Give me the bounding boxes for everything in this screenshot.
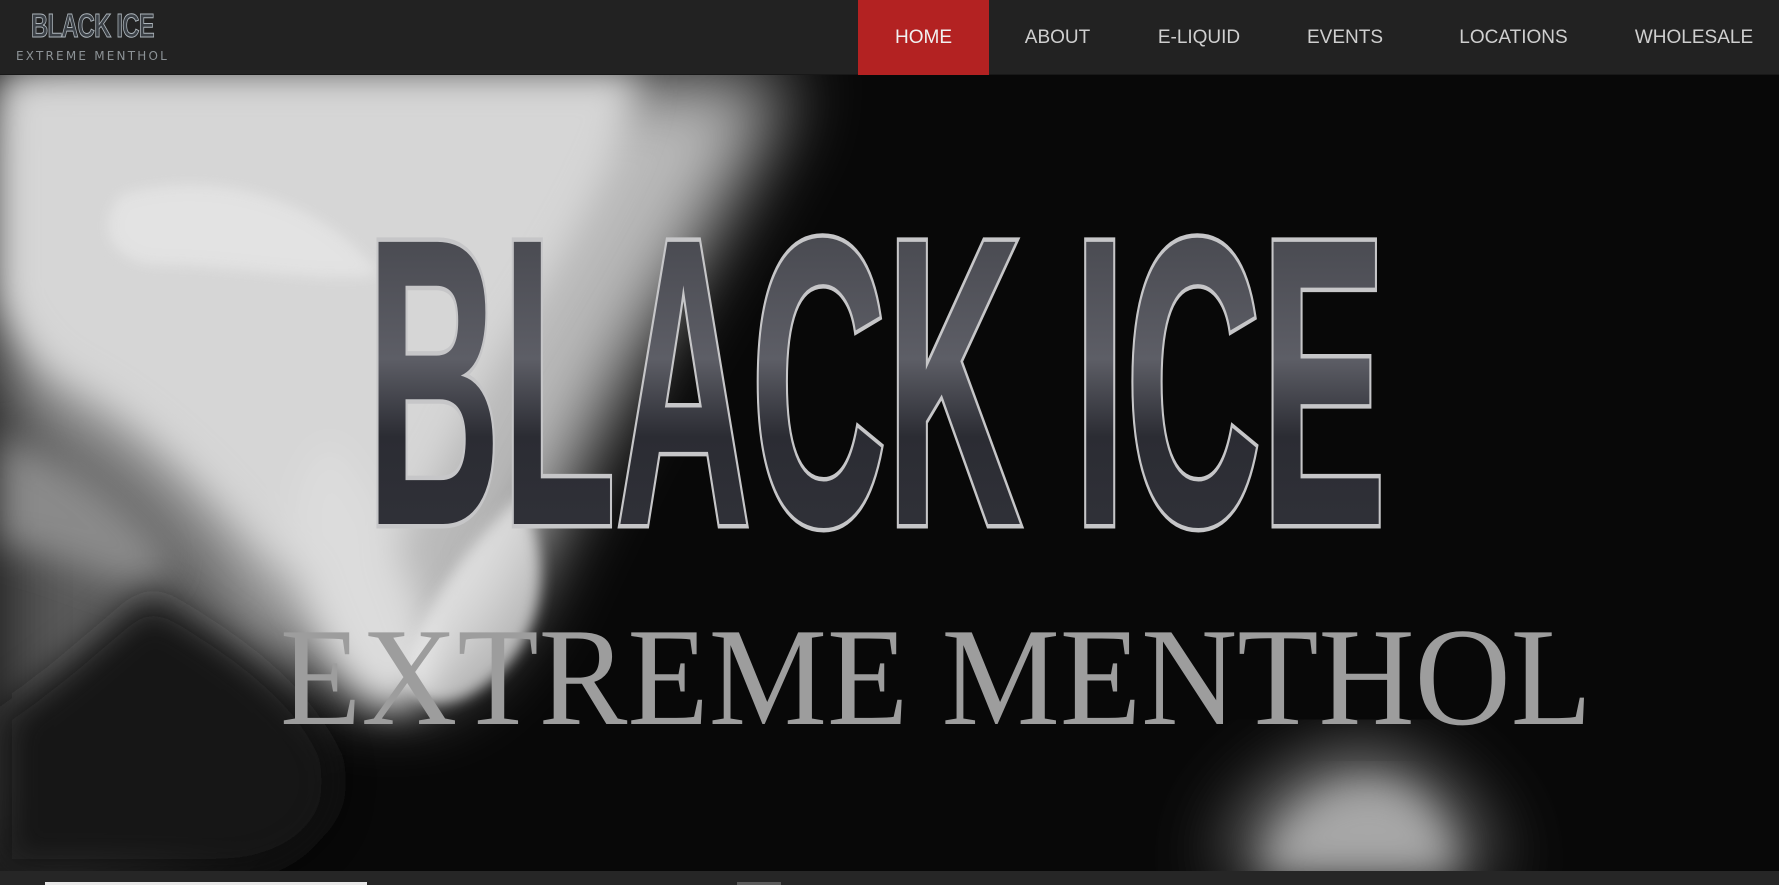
hero-title: BLACK ICE: [366, 153, 1386, 611]
nav-item-locations[interactable]: LOCATIONS: [1418, 0, 1609, 75]
nav-item-about[interactable]: ABOUT: [989, 0, 1126, 75]
slider-progress-bar: [0, 871, 1779, 885]
nav-item-events[interactable]: EVENTS: [1272, 0, 1418, 75]
logo-title: BLACK ICE: [31, 7, 155, 44]
logo-subtitle: EXTREME MENTHOL: [16, 49, 169, 63]
site-header: BLACK ICE EXTREME MENTHOL HOME ABOUT E-L…: [0, 0, 1779, 75]
nav-item-home[interactable]: HOME: [858, 0, 989, 75]
nav-item-e-liquid[interactable]: E-LIQUID: [1126, 0, 1272, 75]
hero-title-graphic: BLACK ICE EXTREME MENTHOL: [280, 149, 1592, 756]
hero-subtitle: EXTREME MENTHOL: [280, 600, 1592, 755]
hero-banner: BLACK ICE EXTREME MENTHOL: [0, 75, 1779, 871]
nav-item-wholesale[interactable]: WHOLESALE: [1609, 0, 1779, 75]
site-logo[interactable]: BLACK ICE EXTREME MENTHOL: [16, 7, 169, 68]
main-nav: HOME ABOUT E-LIQUID EVENTS LOCATIONS WHO…: [858, 0, 1779, 75]
